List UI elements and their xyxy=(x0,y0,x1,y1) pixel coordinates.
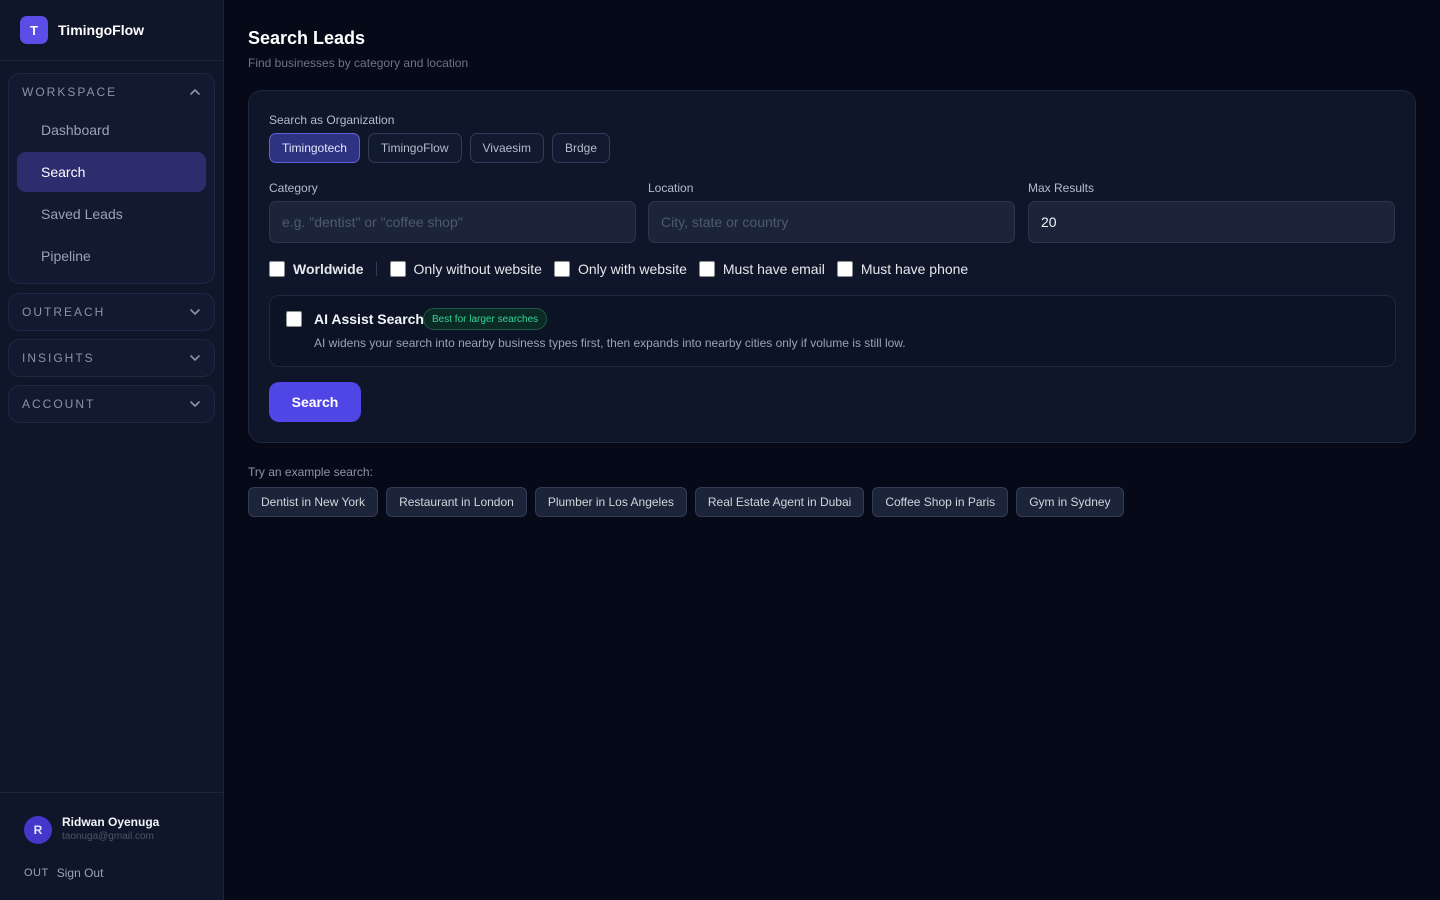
example-search-chip[interactable]: Real Estate Agent in Dubai xyxy=(694,487,865,517)
nav-group-insights: INSIGHTS xyxy=(8,339,215,377)
example-search-chip[interactable]: Plumber in Los Angeles xyxy=(534,487,687,517)
sign-out-button[interactable]: OUT Sign Out xyxy=(24,866,103,880)
avatar[interactable]: R xyxy=(24,816,52,844)
worldwide-checkbox[interactable]: Worldwide xyxy=(269,261,364,277)
example-searches: Dentist in New York Restaurant in London… xyxy=(248,487,1124,517)
must-have-email-checkbox[interactable]: Must have email xyxy=(698,261,825,277)
must-have-phone-checkbox[interactable]: Must have phone xyxy=(836,261,969,277)
max-results-input[interactable] xyxy=(1028,201,1395,243)
nav-group-title: WORKSPACE xyxy=(22,85,118,99)
checkbox-box[interactable] xyxy=(836,261,853,277)
ai-assist-panel: AI Assist Search Best for larger searche… xyxy=(269,295,1396,367)
example-search-chip[interactable]: Restaurant in London xyxy=(386,487,527,517)
category-input[interactable] xyxy=(269,201,636,243)
without-website-label: Only without website xyxy=(413,261,542,277)
sidebar: T TimingoFlow WORKSPACE Dashboard Search… xyxy=(0,0,224,900)
nav-group-header-outreach[interactable]: OUTREACH xyxy=(9,294,214,330)
chevron-down-icon xyxy=(189,398,201,410)
page-title: Search Leads xyxy=(248,28,366,48)
org-selector: Timingotech TimingoFlow Vivaesim Brdge xyxy=(269,133,610,163)
search-form-card: Search as Organization Timingotech Timin… xyxy=(248,90,1416,443)
search-button[interactable]: Search xyxy=(269,382,361,422)
nav-group-header-account[interactable]: ACCOUNT xyxy=(9,386,214,422)
filter-checkboxes: Worldwide Only without website Only with… xyxy=(269,261,980,277)
sidebar-item-saved-leads[interactable]: Saved Leads xyxy=(17,194,206,234)
nav-group-title: ACCOUNT xyxy=(22,397,96,411)
ai-assist-badge: Best for larger searches xyxy=(423,308,548,330)
examples-label: Try an example search: xyxy=(248,465,373,479)
example-search-chip[interactable]: Gym in Sydney xyxy=(1016,487,1124,517)
example-search-chip[interactable]: Coffee Shop in Paris xyxy=(872,487,1009,517)
nav-group-account: ACCOUNT xyxy=(8,385,215,423)
chevron-down-icon xyxy=(189,306,201,318)
max-results-label: Max Results xyxy=(1028,181,1095,195)
ai-assist-title: AI Assist Search xyxy=(314,311,424,327)
user-name: Ridwan Oyenuga xyxy=(62,815,160,829)
nav-group-title: INSIGHTS xyxy=(22,351,95,365)
without-website-checkbox[interactable]: Only without website xyxy=(389,261,542,277)
nav-group-header-insights[interactable]: INSIGHTS xyxy=(9,340,214,376)
page-subtitle: Find businesses by category and location xyxy=(248,56,469,70)
ai-assist-description: AI widens your search into nearby busine… xyxy=(314,336,906,350)
checkbox-box[interactable] xyxy=(553,261,570,277)
checkbox-box[interactable] xyxy=(698,261,715,277)
location-label: Location xyxy=(648,181,694,195)
brand-logo: T xyxy=(20,16,48,44)
brand[interactable]: T TimingoFlow xyxy=(0,0,223,61)
checkbox-box[interactable] xyxy=(389,261,406,277)
nav-group-outreach: OUTREACH xyxy=(8,293,215,331)
sidebar-item-dashboard[interactable]: Dashboard xyxy=(17,110,206,150)
org-option-vivaesim[interactable]: Vivaesim xyxy=(469,133,544,163)
sidebar-item-search[interactable]: Search xyxy=(17,152,206,192)
location-input[interactable] xyxy=(648,201,1015,243)
example-search-chip[interactable]: Dentist in New York xyxy=(248,487,379,517)
sidebar-item-pipeline[interactable]: Pipeline xyxy=(17,236,206,276)
checkbox-box[interactable] xyxy=(269,261,285,277)
user-panel: R Ridwan Oyenuga taonuga@gmail.com OUT S… xyxy=(0,792,223,900)
must-have-email-label: Must have email xyxy=(722,261,825,277)
must-have-phone-label: Must have phone xyxy=(860,261,969,277)
category-label: Category xyxy=(269,181,318,195)
nav-group-title: OUTREACH xyxy=(22,305,106,319)
ai-assist-checkbox[interactable] xyxy=(286,311,302,327)
org-option-timingoflow[interactable]: TimingoFlow xyxy=(367,133,462,163)
nav-group-workspace: WORKSPACE Dashboard Search Saved Leads P… xyxy=(8,73,215,284)
org-option-brdge[interactable]: Brdge xyxy=(551,133,610,163)
chevron-up-icon xyxy=(189,86,201,98)
with-website-checkbox[interactable]: Only with website xyxy=(553,261,687,277)
with-website-label: Only with website xyxy=(577,261,687,277)
sign-out-icon: OUT xyxy=(24,867,49,879)
user-email: taonuga@gmail.com xyxy=(62,831,154,842)
sign-out-label: Sign Out xyxy=(56,866,104,880)
nav-group-header-workspace[interactable]: WORKSPACE xyxy=(9,74,214,110)
divider xyxy=(375,262,377,276)
worldwide-label: Worldwide xyxy=(293,261,364,277)
brand-name: TimingoFlow xyxy=(58,22,145,38)
org-option-timingotech[interactable]: Timingotech xyxy=(269,133,360,163)
org-label: Search as Organization xyxy=(269,113,395,127)
chevron-down-icon xyxy=(189,352,201,364)
